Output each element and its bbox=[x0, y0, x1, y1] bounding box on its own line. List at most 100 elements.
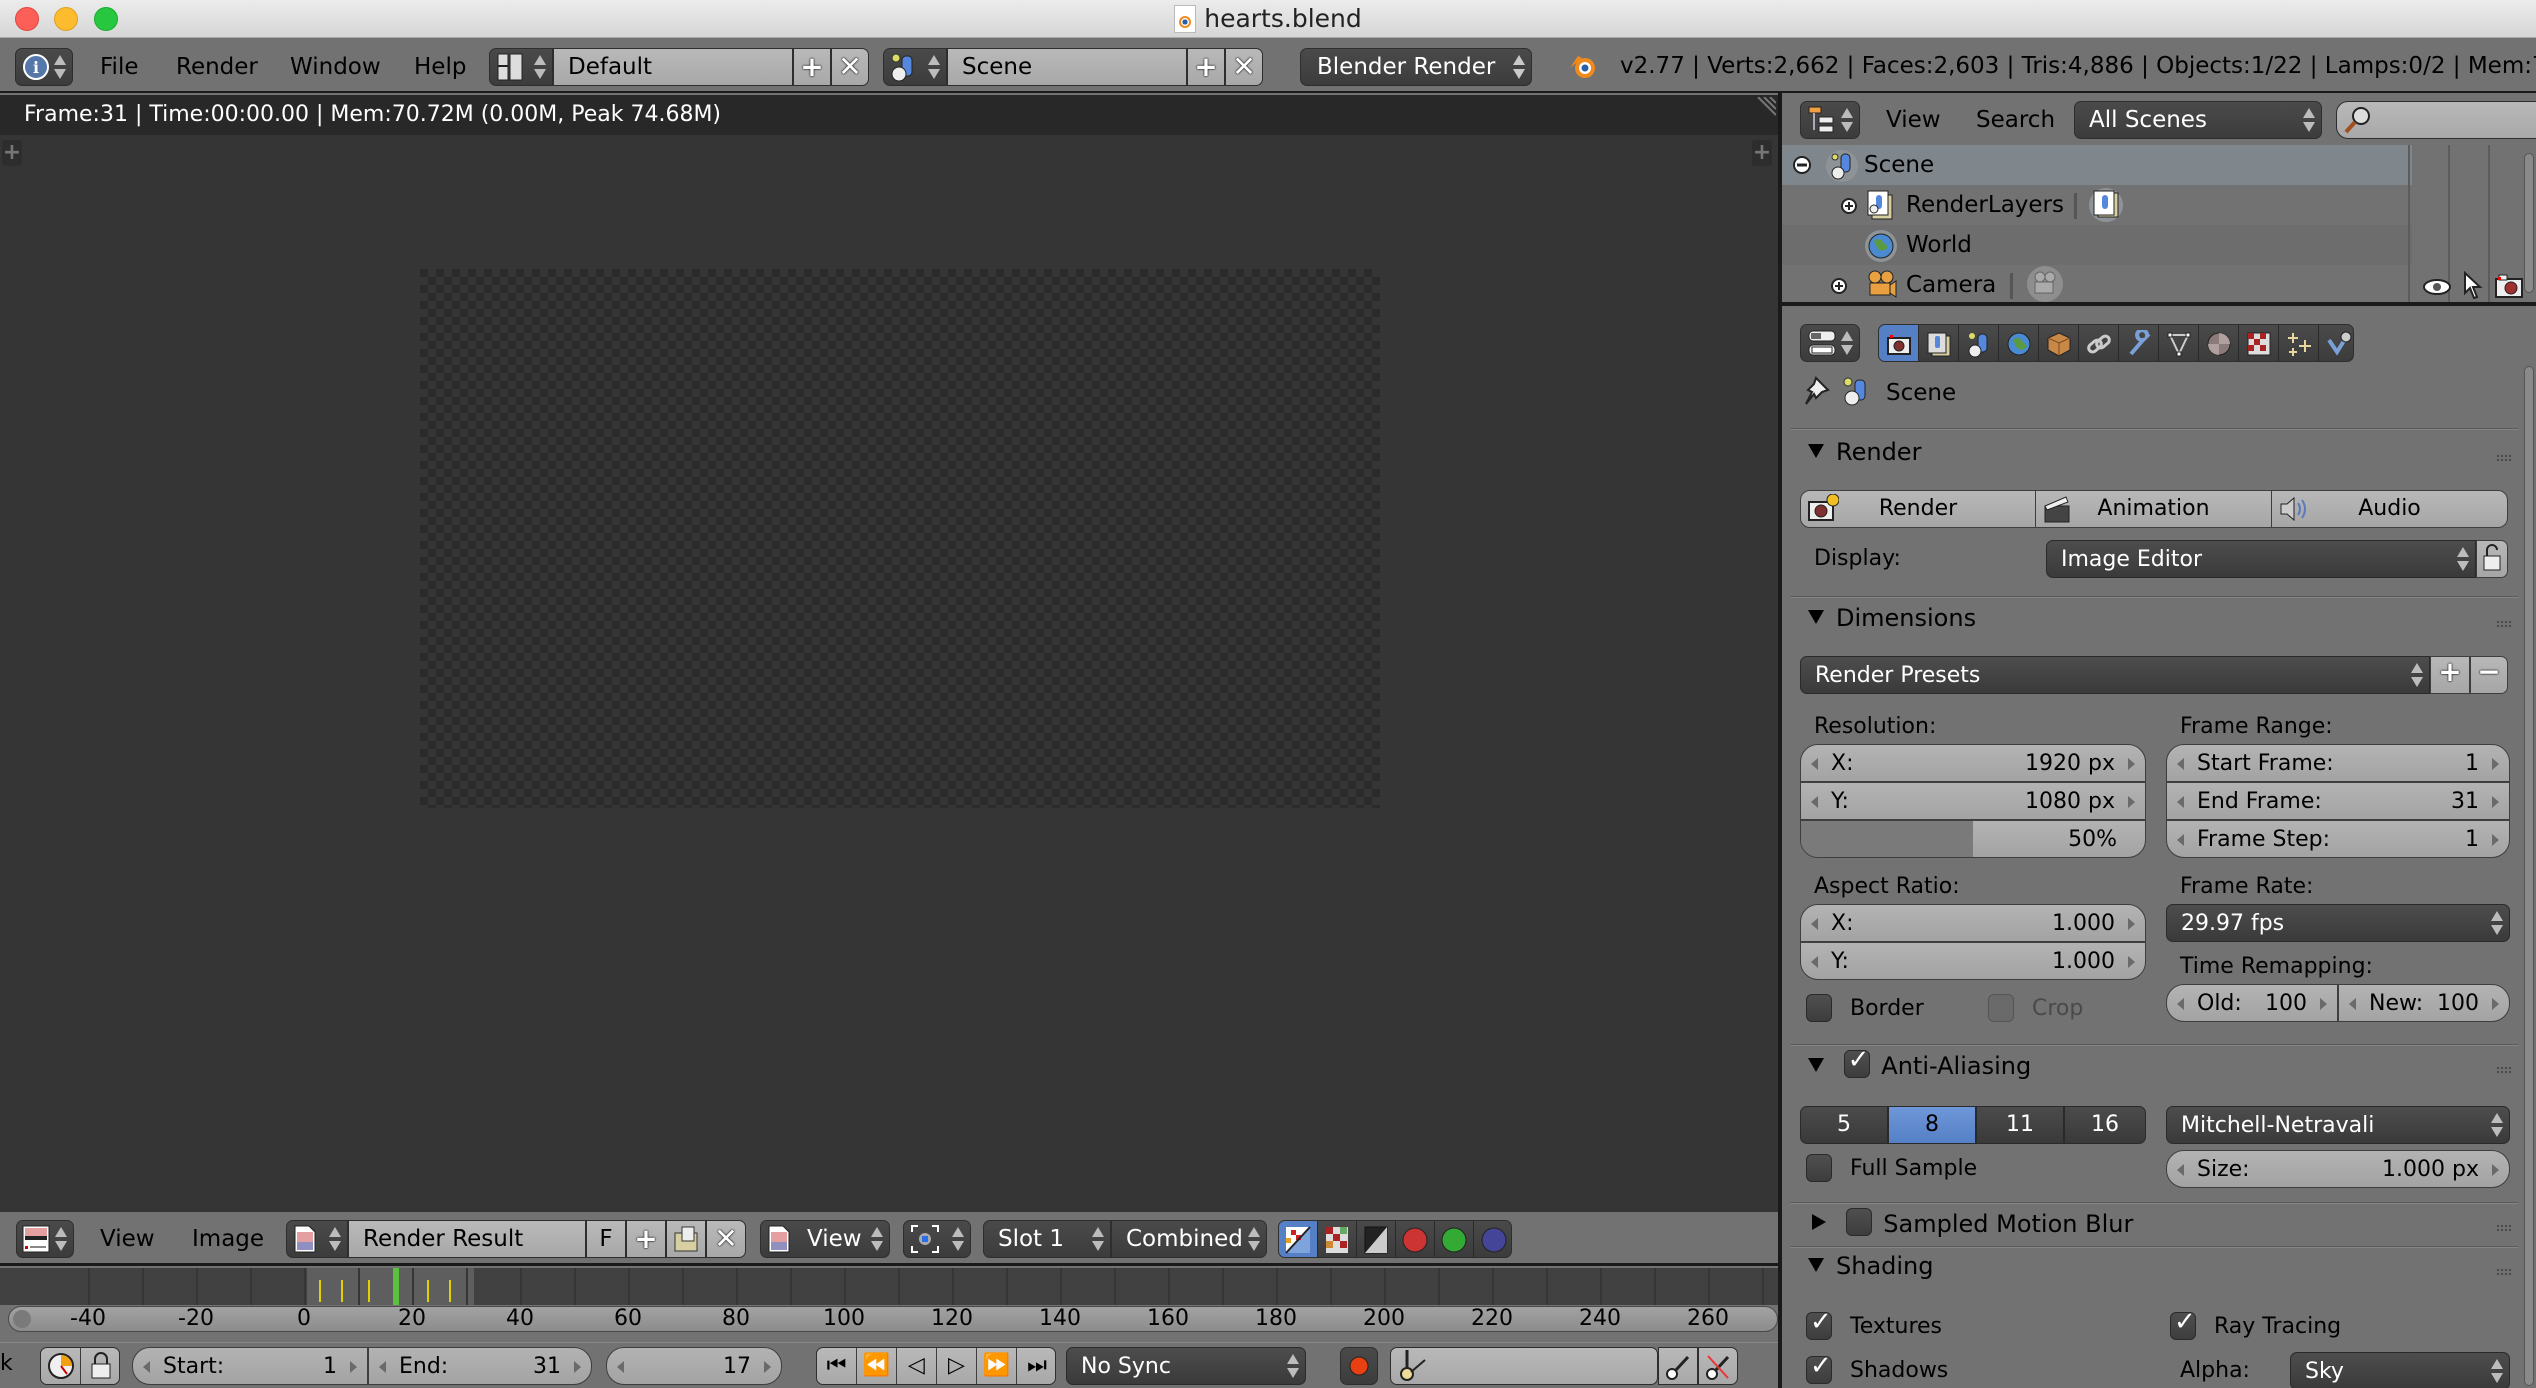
editor-type-selector[interactable] bbox=[16, 1220, 74, 1258]
resolution-percentage-slider[interactable]: 50% bbox=[1800, 820, 2146, 858]
auto-keying-button[interactable] bbox=[1340, 1347, 1378, 1385]
end-frame-property[interactable]: End Frame: 31 bbox=[2166, 782, 2510, 820]
textures-checkbox[interactable] bbox=[1806, 1307, 1832, 1340]
cursor-icon[interactable] bbox=[2462, 271, 2484, 301]
render-presets-dropdown[interactable]: Render Presets bbox=[1800, 656, 2430, 694]
drag-grip-icon[interactable] bbox=[2496, 620, 2512, 628]
shadows-checkbox[interactable] bbox=[1806, 1351, 1832, 1384]
open-image-button[interactable] bbox=[666, 1220, 706, 1258]
keyframe-marker[interactable] bbox=[448, 1280, 451, 1302]
animation-button[interactable]: Animation bbox=[2036, 490, 2272, 528]
fake-user-button[interactable]: F bbox=[586, 1220, 626, 1258]
image-browse-button[interactable] bbox=[286, 1220, 348, 1258]
crop-checkbox[interactable] bbox=[1988, 994, 2014, 1022]
channel-green-button[interactable] bbox=[1435, 1221, 1474, 1257]
outliner-menu-view[interactable]: View bbox=[1886, 107, 1941, 133]
add-preset-button[interactable]: + bbox=[2430, 656, 2470, 694]
toolbar-expand-icon[interactable]: + bbox=[2, 140, 22, 166]
scene-name-field[interactable]: Scene bbox=[947, 48, 1187, 86]
outliner-item-world[interactable]: World bbox=[1782, 225, 2412, 265]
start-frame-field[interactable]: Start: 1 bbox=[132, 1347, 368, 1385]
aa-samples-8[interactable]: 8 bbox=[1888, 1106, 1976, 1144]
collapse-icon[interactable] bbox=[1792, 155, 1812, 175]
drag-grip-icon[interactable] bbox=[2496, 454, 2512, 462]
aa-samples-11[interactable]: 11 bbox=[1976, 1106, 2064, 1144]
view-mode-dropdown[interactable]: View bbox=[760, 1220, 890, 1258]
editor-type-selector[interactable] bbox=[1800, 101, 1860, 139]
properties-scrollbar[interactable] bbox=[2524, 366, 2534, 1386]
channel-red-button[interactable] bbox=[1396, 1221, 1435, 1257]
keyframe-marker[interactable] bbox=[427, 1280, 430, 1302]
keyframe-marker[interactable] bbox=[367, 1280, 370, 1302]
keyframe-marker[interactable] bbox=[319, 1280, 322, 1302]
eye-icon[interactable] bbox=[2422, 277, 2452, 297]
channel-color-alpha-button[interactable] bbox=[1279, 1221, 1318, 1257]
play-reverse-button[interactable]: ◁ bbox=[897, 1348, 937, 1384]
tab-constraints[interactable] bbox=[2079, 325, 2119, 361]
tab-object[interactable] bbox=[2039, 325, 2079, 361]
jump-to-start-button[interactable]: ⏮ bbox=[817, 1348, 857, 1384]
aspect-x-field[interactable]: X: 1.000 bbox=[1800, 904, 2146, 942]
outliner-display-mode-dropdown[interactable]: All Scenes bbox=[2074, 101, 2322, 139]
lock-interface-button[interactable] bbox=[2476, 540, 2508, 578]
border-checkbox[interactable] bbox=[1806, 994, 1832, 1022]
keying-set-field[interactable] bbox=[1390, 1347, 1658, 1385]
shading-panel-header[interactable]: Shading bbox=[1792, 1252, 2512, 1296]
expand-icon[interactable] bbox=[1830, 277, 1848, 295]
outliner-menu-search[interactable]: Search bbox=[1976, 107, 2055, 133]
sync-mode-dropdown[interactable]: No Sync bbox=[1066, 1347, 1306, 1385]
lock-range-button[interactable] bbox=[81, 1348, 121, 1384]
menu-help[interactable]: Help bbox=[414, 54, 466, 80]
delete-keyframe-button[interactable] bbox=[1698, 1347, 1738, 1385]
frame-step-property[interactable]: Frame Step: 1 bbox=[2166, 820, 2510, 858]
end-frame-field[interactable]: End: 31 bbox=[368, 1347, 592, 1385]
slot-dropdown[interactable]: Slot 1 bbox=[983, 1220, 1111, 1258]
render-result-canvas[interactable] bbox=[420, 269, 1380, 808]
add-scene-button[interactable]: + bbox=[1187, 48, 1225, 86]
audio-button[interactable]: Audio bbox=[2272, 490, 2508, 528]
full-sample-checkbox[interactable] bbox=[1806, 1154, 1832, 1182]
insert-keyframe-button[interactable] bbox=[1658, 1347, 1698, 1385]
anti-aliasing-panel-header[interactable]: Anti-Aliasing bbox=[1792, 1045, 2512, 1094]
outliner-search-input[interactable] bbox=[2336, 101, 2536, 139]
jump-keyframe-forward-button[interactable]: ⏩ bbox=[977, 1348, 1017, 1384]
outliner-item-renderlayers[interactable]: RenderLayers bbox=[1782, 185, 2412, 225]
delete-screen-button[interactable]: ✕ bbox=[831, 48, 869, 86]
pin-icon[interactable] bbox=[1802, 376, 1830, 408]
tab-texture[interactable] bbox=[2239, 325, 2279, 361]
channel-alpha-button[interactable] bbox=[1357, 1221, 1396, 1257]
tab-scene[interactable] bbox=[1959, 325, 1999, 361]
aa-filter-dropdown[interactable]: Mitchell-Netravali bbox=[2166, 1106, 2510, 1144]
remove-preset-button[interactable]: − bbox=[2470, 656, 2508, 694]
tab-particles[interactable] bbox=[2279, 325, 2319, 361]
display-mode-dropdown[interactable]: Image Editor bbox=[2046, 540, 2476, 578]
drag-grip-icon[interactable] bbox=[2496, 1268, 2512, 1276]
image-name-field[interactable]: Render Result bbox=[348, 1220, 586, 1258]
channel-color-button[interactable] bbox=[1318, 1221, 1357, 1257]
dimensions-panel-header[interactable]: Dimensions bbox=[1792, 604, 2512, 648]
menu-image[interactable]: Image bbox=[192, 1226, 264, 1252]
aspect-y-field[interactable]: Y: 1.000 bbox=[1800, 942, 2146, 980]
outliner-item-camera[interactable]: Camera bbox=[1782, 265, 2412, 305]
menu-view[interactable]: View bbox=[100, 1226, 155, 1252]
menu-file[interactable]: File bbox=[100, 54, 139, 80]
render-camera-icon[interactable] bbox=[2494, 273, 2524, 299]
area-split-handle-icon[interactable] bbox=[1754, 97, 1776, 119]
drag-grip-icon[interactable] bbox=[2496, 1066, 2512, 1074]
pivot-dropdown[interactable] bbox=[903, 1220, 971, 1258]
render-engine-dropdown[interactable]: Blender Render bbox=[1300, 48, 1532, 86]
screen-layout-selector[interactable] bbox=[489, 48, 553, 86]
aa-filter-size-field[interactable]: Size: 1.000 px bbox=[2166, 1150, 2510, 1188]
unlink-image-button[interactable]: ✕ bbox=[706, 1220, 746, 1258]
expand-icon[interactable] bbox=[1840, 197, 1858, 215]
tab-physics[interactable] bbox=[2319, 325, 2353, 361]
ray-tracing-checkbox[interactable] bbox=[2170, 1307, 2196, 1340]
scrollbar-handle[interactable] bbox=[13, 1310, 31, 1328]
channel-blue-button[interactable] bbox=[1474, 1221, 1511, 1257]
current-frame-field[interactable]: 17 bbox=[606, 1347, 782, 1385]
add-screen-button[interactable]: + bbox=[793, 48, 831, 86]
tab-material[interactable] bbox=[2199, 325, 2239, 361]
preview-range-button[interactable] bbox=[41, 1348, 81, 1384]
new-image-button[interactable]: + bbox=[626, 1220, 666, 1258]
outliner[interactable]: View Search All Scenes Scene RenderLayer… bbox=[1782, 93, 2536, 305]
